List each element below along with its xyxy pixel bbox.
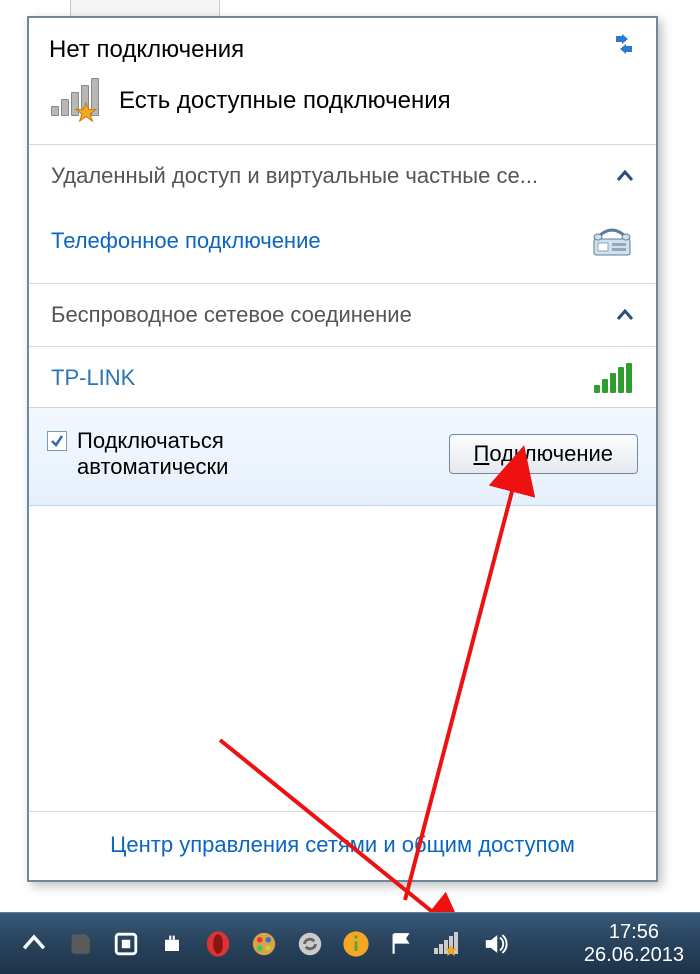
section-dialup-label: Удаленный доступ и виртуальные частные с… — [51, 163, 538, 189]
available-connections-label: Есть доступные подключения — [119, 87, 451, 115]
dialup-connection-item[interactable]: Телефонное подключение — [29, 207, 656, 283]
available-connections-row: Есть доступные подключения — [29, 74, 656, 144]
evernote-icon[interactable] — [66, 930, 94, 958]
chevron-up-icon — [616, 308, 634, 322]
auto-connect-option[interactable]: Подключаться автоматически — [47, 428, 297, 481]
network-flyout: Нет подключения Есть доступные подключен… — [27, 16, 658, 882]
phone-modem-icon — [590, 221, 634, 261]
opera-icon[interactable] — [204, 930, 232, 958]
wifi-network-name: TP-LINK — [51, 365, 135, 391]
system-tray — [20, 930, 570, 958]
flyout-header: Нет подключения — [29, 18, 656, 74]
empty-area — [29, 506, 656, 811]
section-wireless[interactable]: Беспроводное сетевое соединение — [29, 284, 656, 346]
volume-icon[interactable] — [482, 930, 510, 958]
wifi-network-item[interactable]: TP-LINK — [29, 346, 656, 408]
signal-available-icon — [49, 80, 103, 122]
network-center-link[interactable]: Центр управления сетями и общим доступом — [29, 811, 656, 880]
signal-strength-icon — [594, 363, 634, 393]
auto-connect-label: Подключаться автоматически — [77, 428, 297, 481]
section-dialup-vpn[interactable]: Удаленный доступ и виртуальные частные с… — [29, 145, 656, 207]
network-center-link-text: Центр управления сетями и общим доступом — [110, 832, 575, 857]
taskbar-clock[interactable]: 17:56 26.06.2013 — [570, 921, 690, 967]
clock-time: 17:56 — [584, 921, 684, 944]
auto-connect-checkbox[interactable] — [47, 431, 67, 451]
connect-panel: Подключаться автоматически Подключение — [29, 408, 656, 506]
chevron-up-icon — [616, 169, 634, 183]
clock-date: 26.06.2013 — [584, 944, 684, 967]
power-icon[interactable] — [158, 930, 186, 958]
palette-icon[interactable] — [250, 930, 278, 958]
network-tray-icon[interactable] — [434, 930, 464, 958]
connect-button[interactable]: Подключение — [449, 434, 639, 474]
flag-icon[interactable] — [388, 930, 416, 958]
info-icon[interactable] — [342, 930, 370, 958]
sync-icon[interactable] — [296, 930, 324, 958]
section-wireless-label: Беспроводное сетевое соединение — [51, 302, 412, 328]
tray-chevron-up-icon[interactable] — [20, 930, 48, 958]
dialup-link-text: Телефонное подключение — [51, 228, 321, 254]
refresh-icon[interactable] — [610, 32, 638, 56]
device-icon[interactable] — [112, 930, 140, 958]
taskbar: 17:56 26.06.2013 — [0, 912, 700, 974]
connection-status-title: Нет подключения — [49, 36, 636, 64]
